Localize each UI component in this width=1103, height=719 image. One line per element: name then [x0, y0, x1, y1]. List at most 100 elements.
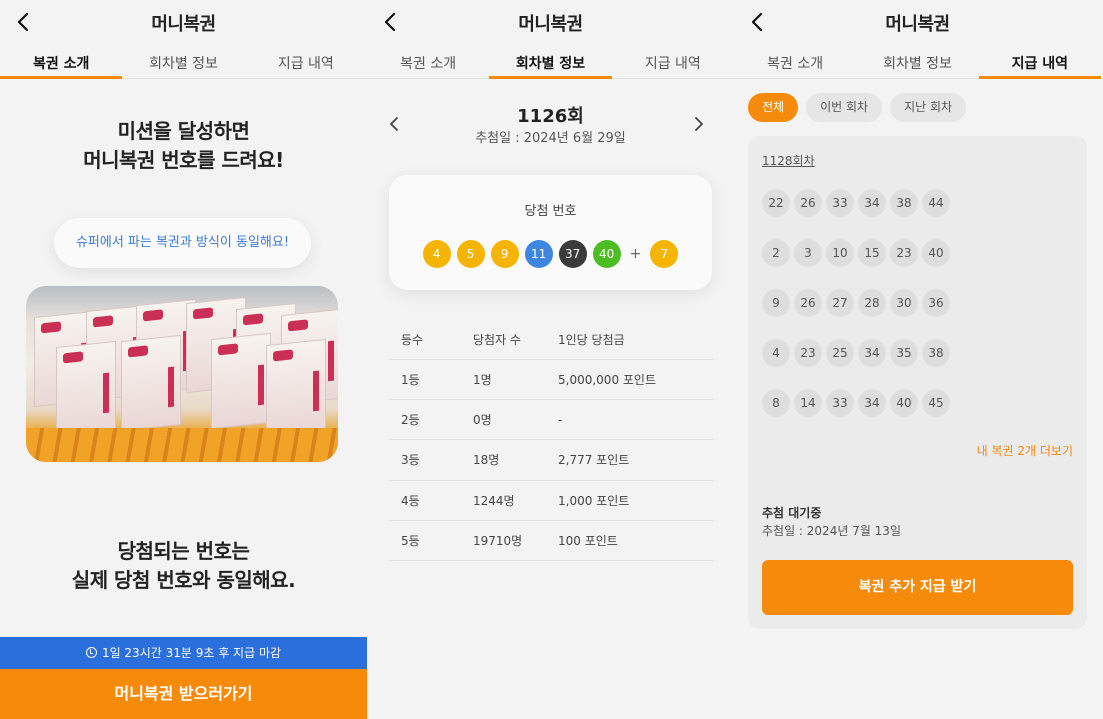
ticket-ball: 28 — [858, 289, 886, 317]
same-method-note: 슈퍼에서 파는 복권과 방식이 동일해요! — [54, 218, 311, 268]
tab-bar: 복권 소개 회차별 정보 지급 내역 — [0, 44, 367, 79]
tab-round-info[interactable]: 회차별 정보 — [489, 44, 612, 79]
tab-payout[interactable]: 지급 내역 — [612, 44, 734, 78]
top-bar: 머니복권 — [367, 0, 734, 44]
filter-all-chip[interactable]: 전체 — [748, 93, 799, 122]
winning-balls: 4 5 9 11 37 40 +7 — [389, 240, 712, 268]
headline-line: 당첨되는 번호는 — [117, 539, 250, 563]
headline-line: 미션을 달성하면 — [117, 119, 250, 143]
ticket-ball: 35 — [890, 339, 918, 367]
tab-intro[interactable]: 복권 소개 — [734, 44, 856, 78]
ticket-ball: 36 — [922, 289, 950, 317]
table-cell: 5등 — [389, 520, 473, 562]
table-row: 4등 1244명 1,000 포인트 — [389, 480, 713, 522]
ticket-ball: 38 — [922, 339, 950, 367]
ticket-ball: 25 — [826, 339, 854, 367]
see-more-link[interactable]: 내 복권 2개 더보기 — [977, 442, 1073, 459]
round-navigator: 1126회 추첨일 : 2024년 6월 29일 — [367, 100, 734, 150]
filter-past-round-chip[interactable]: 지난 회차 — [890, 93, 967, 122]
deadline-timer-bar: 1일 23시간 31분 9초 후 지급 마감 — [0, 637, 367, 669]
table-cell: 19710명 — [473, 520, 558, 562]
ticket-ball: 45 — [922, 389, 950, 417]
timer-text: 1일 23시간 31분 9초 후 지급 마감 — [101, 646, 282, 660]
filter-chips: 전체 이번 회차 지난 회차 — [748, 93, 967, 122]
intro-headline: 미션을 달성하면 머니복권 번호를 드려요! — [0, 117, 367, 175]
ticket-row: 22 26 33 34 38 44 — [762, 189, 950, 217]
app-title: 머니복권 — [518, 14, 583, 35]
ticket-ball: 3 — [794, 239, 822, 267]
table-row: 2등 0명 - — [389, 399, 713, 441]
ticket-ball: 33 — [826, 389, 854, 417]
ticket-ball: 10 — [826, 239, 854, 267]
ticket-row: 8 14 33 34 40 45 — [762, 389, 950, 417]
draw-date: 추첨일 : 2024년 7월 13일 — [762, 524, 901, 538]
ticket-ball: 30 — [890, 289, 918, 317]
ticket-ball: 34 — [858, 389, 886, 417]
get-lottery-button[interactable]: 머니복권 받으러가기 — [0, 669, 367, 719]
tab-bar: 복권 소개 회차별 정보 지급 내역 — [734, 44, 1101, 79]
ticket-ball: 8 — [762, 389, 790, 417]
app-title: 머니복권 — [151, 14, 216, 35]
headline-line: 머니복권 번호를 드려요! — [83, 148, 284, 172]
top-bar: 머니복권 — [0, 0, 367, 44]
table-row: 3등 18명 2,777 포인트 — [389, 439, 713, 481]
ticket-ball: 38 — [890, 189, 918, 217]
tab-round-info[interactable]: 회차별 정보 — [856, 44, 978, 78]
tab-payout[interactable]: 지급 내역 — [978, 44, 1101, 79]
ticket-ball: 23 — [794, 339, 822, 367]
table-row: 1등 1명 5,000,000 포인트 — [389, 359, 713, 400]
table-cell: 2,777 포인트 — [558, 439, 713, 481]
bonus-ball: 7 — [650, 240, 679, 268]
ticket-ball: 15 — [858, 239, 886, 267]
ticket-ball: 34 — [858, 189, 886, 217]
round-link[interactable]: 1128회차 — [762, 152, 815, 169]
winning-ball: 40 — [592, 240, 621, 268]
orange-tray — [26, 428, 338, 462]
ticket-ball: 2 — [762, 239, 790, 267]
ticket-ball: 33 — [826, 189, 854, 217]
filter-this-round-chip[interactable]: 이번 회차 — [806, 93, 883, 122]
lotto-slip — [266, 338, 326, 436]
ticket-ball: 27 — [826, 289, 854, 317]
ticket-ball: 40 — [890, 389, 918, 417]
table-cell: 1,000 포인트 — [558, 480, 713, 522]
tab-intro[interactable]: 복권 소개 — [0, 44, 123, 79]
lotto-slip — [56, 340, 116, 438]
winning-ball: 11 — [524, 240, 553, 268]
lotto-slip — [211, 332, 271, 430]
ticket-ball: 9 — [762, 289, 790, 317]
ticket-row: 9 26 27 28 30 36 — [762, 289, 950, 317]
column-header: 1인당 당첨금 — [558, 320, 713, 360]
table-cell: 5,000,000 포인트 — [558, 359, 713, 400]
table-cell: 3등 — [389, 439, 473, 481]
ticket-number-rows: 22 26 33 34 38 44 2 3 10 15 23 40 9 26 27 28 30 36 4 23 25 34… — [762, 189, 950, 439]
same-numbers-headline: 당첨되는 번호는 실제 당첨 번호와 동일해요. — [0, 537, 367, 595]
lotto-slips-photo — [26, 286, 338, 462]
winning-numbers-label: 당첨 번호 — [524, 204, 577, 219]
ticket-ball: 22 — [762, 189, 790, 217]
lotto-slip — [121, 334, 181, 432]
tab-payout[interactable]: 지급 내역 — [245, 44, 367, 78]
winning-numbers-card: 당첨 번호 4 5 9 11 37 40 +7 — [389, 175, 712, 290]
ticket-ball: 23 — [890, 239, 918, 267]
tab-intro[interactable]: 복권 소개 — [367, 44, 489, 78]
ticket-ball: 4 — [762, 339, 790, 367]
ticket-ball: 26 — [794, 189, 822, 217]
table-cell: 2등 — [389, 399, 473, 441]
column-header: 당첨자 수 — [473, 320, 558, 360]
winning-ball: 4 — [422, 240, 451, 268]
table-cell: 1244명 — [473, 480, 558, 522]
top-bar: 머니복권 — [734, 0, 1101, 44]
prize-table: 등수 당첨자 수 1인당 당첨금 1등 1명 5,000,000 포인트 2등 0명 -3… — [389, 320, 713, 562]
extra-lottery-button[interactable]: 복권 추가 지급 받기 — [762, 560, 1073, 615]
table-cell: 0명 — [473, 399, 558, 441]
ticket-row: 4 23 25 34 35 38 — [762, 339, 950, 367]
tab-round-info[interactable]: 회차별 정보 — [122, 44, 244, 78]
ticket-ball: 34 — [858, 339, 886, 367]
ticket-ball: 44 — [922, 189, 950, 217]
next-round-chevron-icon[interactable] — [690, 114, 706, 134]
winning-ball: 9 — [490, 240, 519, 268]
ticket-ball: 14 — [794, 389, 822, 417]
ticket-row: 2 3 10 15 23 40 — [762, 239, 950, 267]
draw-date: 추첨일 : 2024년 6월 29일 — [475, 131, 626, 146]
